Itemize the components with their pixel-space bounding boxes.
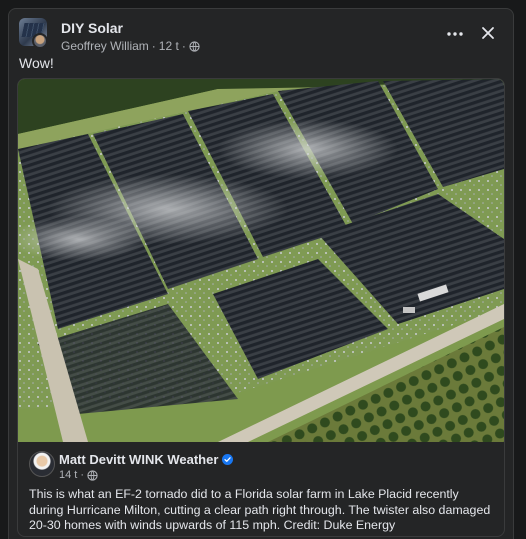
more-horizontal-icon — [447, 32, 463, 36]
meta-separator: · — [151, 39, 156, 53]
shared-author-name[interactable]: Matt Devitt WINK Weather — [59, 452, 218, 467]
shared-post-text: This is what an EF-2 tornado did to a Fl… — [29, 487, 491, 532]
facebook-post: DIY Solar Geoffrey William · 12 t · Wow! — [8, 8, 514, 539]
post-meta: Geoffrey William · 12 t · — [61, 39, 200, 53]
close-icon — [482, 27, 494, 39]
group-name[interactable]: DIY Solar — [61, 20, 123, 36]
shared-post-timestamp[interactable]: 14 t — [59, 469, 77, 481]
more-options-button[interactable] — [443, 24, 467, 44]
shared-post[interactable]: Matt Devitt WINK Weather 14 t · This is … — [17, 78, 505, 537]
post-timestamp[interactable]: 12 t — [159, 39, 179, 53]
solar-farm-photo[interactable] — [18, 79, 504, 442]
shared-author-row: Matt Devitt WINK Weather — [59, 452, 234, 467]
globe-icon[interactable] — [189, 40, 200, 52]
meta-separator: · — [80, 469, 85, 481]
globe-icon[interactable] — [87, 469, 98, 481]
post-text: Wow! — [19, 55, 54, 71]
author-avatar[interactable] — [32, 33, 48, 49]
close-button[interactable] — [477, 22, 499, 44]
shared-post-header: Matt Devitt WINK Weather 14 t · — [29, 451, 489, 491]
author-name[interactable]: Geoffrey William — [61, 39, 149, 53]
meta-separator: · — [181, 39, 186, 53]
shared-author-avatar[interactable] — [29, 451, 55, 477]
post-header: DIY Solar Geoffrey William · 12 t · — [19, 18, 503, 58]
shared-post-meta: 14 t · — [59, 469, 98, 481]
verified-badge-icon — [222, 454, 234, 465]
